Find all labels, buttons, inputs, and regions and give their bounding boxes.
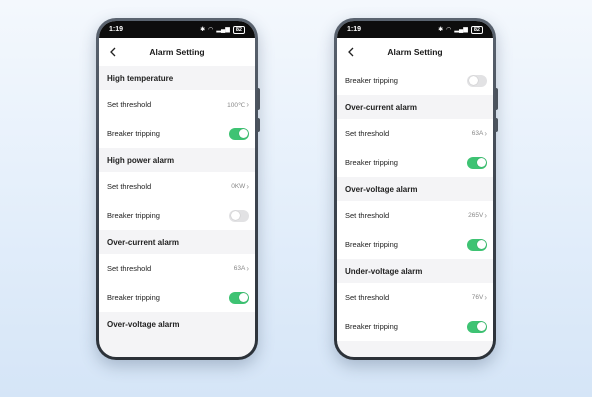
- chevron-right-icon: ›: [246, 263, 249, 273]
- status-icons: ✱ ◠ ▂▄▆ 82: [438, 25, 483, 34]
- status-bar: 1:19 ✱ ◠ ▂▄▆ 82: [99, 21, 255, 38]
- threshold-value: 100℃: [227, 101, 246, 109]
- threshold-value-group: 0KW ›: [231, 181, 249, 191]
- threshold-row[interactable]: Set threshold 63A ›: [337, 119, 493, 148]
- section-header: High temperature: [99, 66, 255, 90]
- chevron-right-icon: ›: [484, 292, 487, 302]
- chevron-left-icon[interactable]: [347, 47, 356, 57]
- chevron-left-icon[interactable]: [109, 47, 118, 57]
- status-time: 1:19: [109, 26, 124, 33]
- toggle-knob: [476, 240, 486, 249]
- page-title: Alarm Setting: [149, 47, 205, 57]
- breaker-tripping-label: Breaker tripping: [107, 293, 160, 302]
- threshold-row[interactable]: Set threshold 76V ›: [337, 283, 493, 312]
- breaker-tripping-toggle[interactable]: [467, 238, 487, 251]
- nav-bar: Alarm Setting: [337, 38, 493, 66]
- breaker-tripping-toggle[interactable]: [467, 74, 487, 87]
- breaker-tripping-row[interactable]: Breaker tripping: [337, 230, 493, 259]
- nav-bar: Alarm Setting: [99, 38, 255, 66]
- power-button: [257, 118, 260, 132]
- toggle-knob: [230, 211, 240, 220]
- battery-icon: 82: [232, 25, 245, 34]
- section-header: Over-current alarm: [99, 230, 255, 254]
- breaker-tripping-row[interactable]: Breaker tripping: [337, 66, 493, 95]
- threshold-label: Set threshold: [345, 129, 390, 138]
- breaker-tripping-label: Breaker tripping: [345, 76, 398, 85]
- section-header: Over-current alarm: [337, 95, 493, 119]
- toggle-knob: [468, 76, 478, 85]
- threshold-value: 63A: [471, 130, 484, 137]
- bluetooth-icon: ✱: [200, 27, 206, 33]
- status-bar: 1:19 ✱ ◠ ▂▄▆ 82: [337, 21, 493, 38]
- toggle-knob: [476, 158, 486, 167]
- threshold-value: 265V: [468, 212, 484, 219]
- threshold-label: Set threshold: [107, 100, 152, 109]
- phone-screen: 1:19 ✱ ◠ ▂▄▆ 82 Alarm Setting Breaker tr…: [337, 21, 493, 357]
- wifi-icon: ◠: [446, 27, 452, 33]
- chevron-right-icon: ›: [246, 181, 249, 191]
- wifi-icon: ◠: [208, 27, 214, 33]
- breaker-tripping-row[interactable]: Breaker tripping: [337, 148, 493, 177]
- breaker-tripping-label: Breaker tripping: [107, 129, 160, 138]
- section-header: Over-voltage alarm: [337, 177, 493, 201]
- toggle-knob: [476, 322, 486, 331]
- settings-list: Breaker tripping Over-current alarm Set th…: [337, 66, 493, 341]
- threshold-label: Set threshold: [345, 211, 390, 220]
- threshold-value: 63A: [233, 265, 246, 272]
- breaker-tripping-toggle[interactable]: [229, 291, 249, 304]
- threshold-value-group: 63A ›: [233, 263, 249, 273]
- volume-button: [257, 88, 260, 110]
- breaker-tripping-toggle[interactable]: [229, 127, 249, 140]
- power-button: [495, 118, 498, 132]
- settings-list: High temperature Set threshold 100℃ › Breake…: [99, 66, 255, 336]
- signal-icon: ▂▄▆: [216, 27, 230, 33]
- phone-screen: 1:19 ✱ ◠ ▂▄▆ 82 Alarm Setting High tempe…: [99, 21, 255, 357]
- section-header: Over-voltage alarm: [99, 312, 255, 336]
- phone-right: 1:19 ✱ ◠ ▂▄▆ 82 Alarm Setting Breaker tr…: [334, 18, 498, 360]
- breaker-tripping-label: Breaker tripping: [107, 211, 160, 220]
- breaker-tripping-label: Breaker tripping: [345, 322, 398, 331]
- breaker-tripping-row[interactable]: Breaker tripping: [99, 201, 255, 230]
- phone-left: 1:19 ✱ ◠ ▂▄▆ 82 Alarm Setting High tempe…: [96, 18, 260, 360]
- threshold-label: Set threshold: [107, 182, 152, 191]
- threshold-value-group: 76V ›: [471, 292, 487, 302]
- status-icons: ✱ ◠ ▂▄▆ 82: [200, 25, 245, 34]
- breaker-tripping-toggle[interactable]: [467, 320, 487, 333]
- signal-icon: ▂▄▆: [454, 27, 468, 33]
- threshold-value-group: 265V ›: [468, 210, 487, 220]
- breaker-tripping-row[interactable]: Breaker tripping: [99, 283, 255, 312]
- bluetooth-icon: ✱: [438, 27, 444, 33]
- breaker-tripping-toggle[interactable]: [467, 156, 487, 169]
- breaker-tripping-label: Breaker tripping: [345, 240, 398, 249]
- breaker-tripping-label: Breaker tripping: [345, 158, 398, 167]
- breaker-tripping-row[interactable]: Breaker tripping: [99, 119, 255, 148]
- chevron-right-icon: ›: [484, 128, 487, 138]
- threshold-value: 0KW: [231, 183, 246, 190]
- breaker-tripping-row[interactable]: Breaker tripping: [337, 312, 493, 341]
- threshold-label: Set threshold: [345, 293, 390, 302]
- toggle-knob: [238, 129, 248, 138]
- threshold-value: 76V: [471, 294, 484, 301]
- threshold-value-group: 100℃ ›: [227, 99, 249, 109]
- threshold-label: Set threshold: [107, 264, 152, 273]
- toggle-knob: [238, 293, 248, 302]
- volume-button: [495, 88, 498, 110]
- section-header: Under-voltage alarm: [337, 259, 493, 283]
- threshold-row[interactable]: Set threshold 63A ›: [99, 254, 255, 283]
- threshold-value-group: 63A ›: [471, 128, 487, 138]
- breaker-tripping-toggle[interactable]: [229, 209, 249, 222]
- chevron-right-icon: ›: [484, 210, 487, 220]
- threshold-row[interactable]: Set threshold 265V ›: [337, 201, 493, 230]
- threshold-row[interactable]: Set threshold 0KW ›: [99, 172, 255, 201]
- threshold-row[interactable]: Set threshold 100℃ ›: [99, 90, 255, 119]
- battery-icon: 82: [470, 25, 483, 34]
- chevron-right-icon: ›: [246, 99, 249, 109]
- page-title: Alarm Setting: [387, 47, 443, 57]
- status-time: 1:19: [347, 26, 362, 33]
- section-header: High power alarm: [99, 148, 255, 172]
